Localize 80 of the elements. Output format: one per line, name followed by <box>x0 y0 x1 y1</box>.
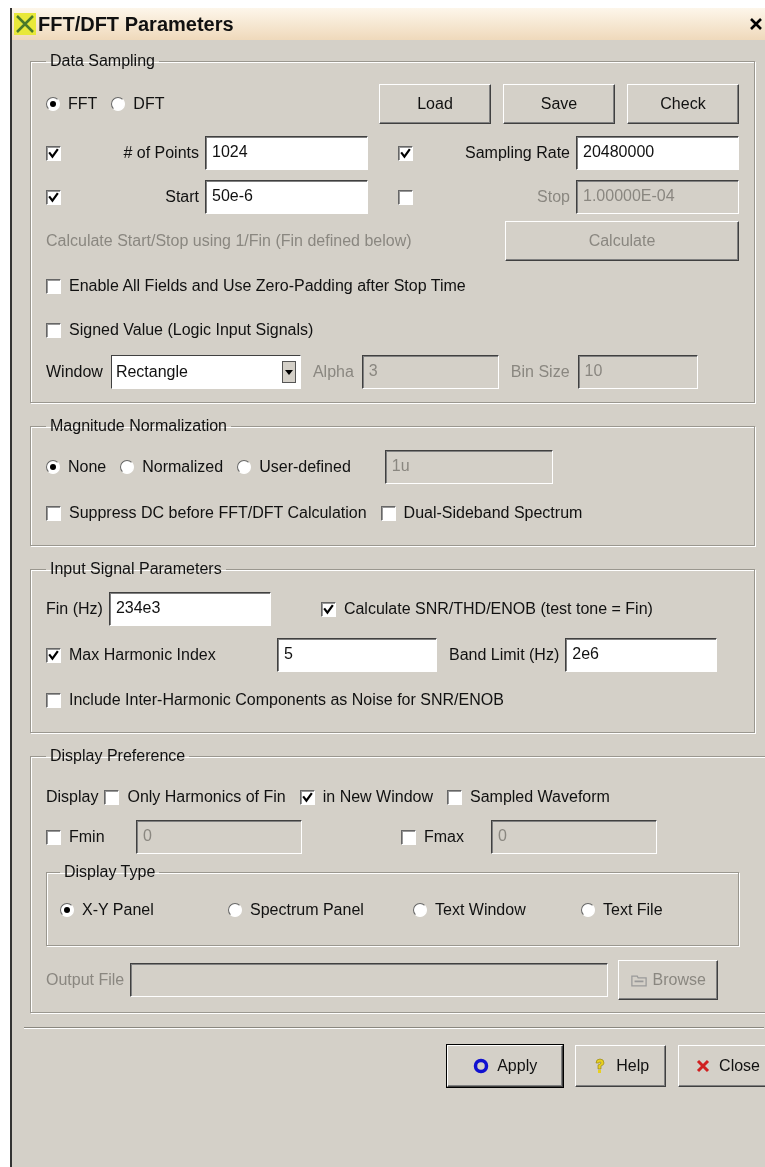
close-icon[interactable] <box>749 17 763 31</box>
input-field[interactable]: 234e3 <box>108 592 271 626</box>
group-title: Display Type <box>63 863 157 881</box>
close-icon <box>695 1058 712 1074</box>
radio-label: Normalized <box>142 458 224 476</box>
checkbox[interactable] <box>320 601 336 617</box>
field-label: Start <box>164 188 199 206</box>
cross-icon <box>14 13 36 35</box>
group-title: Display Preference <box>49 747 187 765</box>
checkbox-label: Suppress DC before FFT/DFT Calculation <box>69 504 367 522</box>
radio-label: FFT <box>68 95 98 113</box>
input-field[interactable]: 1024 <box>205 136 368 170</box>
input-field[interactable]: 2e6 <box>565 638 718 672</box>
field-label: Stop <box>536 188 570 206</box>
dialog-button[interactable]: Check <box>627 84 739 124</box>
checkbox[interactable] <box>46 692 61 708</box>
checkbox[interactable] <box>46 505 61 521</box>
apply-button[interactable]: Apply <box>447 1045 564 1087</box>
checkbox[interactable] <box>46 278 61 294</box>
field-label: Alpha <box>312 363 354 381</box>
checkbox-label: Fmax <box>424 828 464 846</box>
radio-label: Text Window <box>435 901 526 919</box>
checkbox-label: Enable All Fields and Use Zero-Padding after Stop Time <box>69 277 466 295</box>
radio-label: Spectrum Panel <box>250 901 364 919</box>
group-title: Magnitude Normalization <box>49 417 228 435</box>
group-title: Data Sampling <box>49 52 156 70</box>
checkbox-label: in New Window <box>322 788 433 806</box>
checkbox-label: Only Harmonics of Fin <box>127 788 286 806</box>
field-label: Display <box>46 788 99 806</box>
checkbox[interactable] <box>398 145 413 161</box>
checkbox-label: Calculate SNR/THD/ENOB (test tone = Fin) <box>343 600 653 618</box>
field-label: Window <box>46 363 103 381</box>
window-title: FFT/DFT Parameters <box>38 12 235 36</box>
dialog-button[interactable]: Save <box>503 84 615 124</box>
input-field[interactable]: 5 <box>277 638 437 672</box>
checkbox-label: Sampled Waveform <box>470 788 610 806</box>
radio-button[interactable] <box>413 903 427 917</box>
checkbox-label: Dual-Sideband Spectrum <box>403 504 583 522</box>
radio-button[interactable] <box>237 460 252 474</box>
radio-button[interactable] <box>581 903 595 917</box>
group-title: Input Signal Parameters <box>49 560 223 578</box>
checkbox-label: Max Harmonic Index <box>69 646 216 664</box>
checkbox[interactable] <box>104 789 120 805</box>
checkbox[interactable] <box>46 145 61 161</box>
window-dropdown[interactable]: Rectangle <box>110 355 301 389</box>
folder-icon <box>630 973 647 987</box>
radio-button[interactable] <box>60 903 74 917</box>
input-field[interactable]: 50e-6 <box>205 180 368 214</box>
radio-label: None <box>68 458 107 476</box>
radio-button[interactable] <box>46 460 60 474</box>
checkbox[interactable] <box>380 505 396 521</box>
field-label: Bin Size <box>510 363 570 381</box>
field-label: Fin (Hz) <box>46 600 103 618</box>
radio-label: User-defined <box>259 458 351 476</box>
input-field[interactable] <box>130 963 609 997</box>
checkbox[interactable] <box>46 647 61 663</box>
radio-button[interactable] <box>228 903 242 917</box>
calculate-hint: Calculate Start/Stop using 1/Fin (Fin defined below) <box>46 232 412 250</box>
radio-label: X-Y Panel <box>82 901 154 919</box>
checkbox-label: Signed Value (Logic Input Signals) <box>69 321 314 339</box>
radio-button[interactable] <box>111 97 126 111</box>
help-button[interactable]: Help <box>575 1045 667 1087</box>
field-label: Sampling Rate <box>464 144 570 162</box>
radio-button[interactable] <box>120 460 135 474</box>
checkbox-label: Include Inter-Harmonic Components as Noise for SNR/ENOB <box>69 691 504 709</box>
field-label: Output File <box>46 971 125 989</box>
radio-label: Text File <box>603 901 663 919</box>
input-field[interactable]: 20480000 <box>576 136 739 170</box>
field-label: Band Limit (Hz) <box>449 646 560 664</box>
checkbox[interactable] <box>46 189 61 205</box>
field-label: # of Points <box>122 144 199 162</box>
dialog-button[interactable]: Load <box>379 84 491 124</box>
checkbox[interactable] <box>447 789 462 805</box>
radio-button[interactable] <box>46 97 60 111</box>
checkbox[interactable] <box>299 789 315 805</box>
close-button[interactable]: Close <box>678 1045 765 1087</box>
checkbox-label: Fmin <box>69 828 105 846</box>
ring-icon <box>473 1058 490 1074</box>
radio-label: DFT <box>133 95 165 113</box>
checkbox[interactable] <box>46 322 61 338</box>
